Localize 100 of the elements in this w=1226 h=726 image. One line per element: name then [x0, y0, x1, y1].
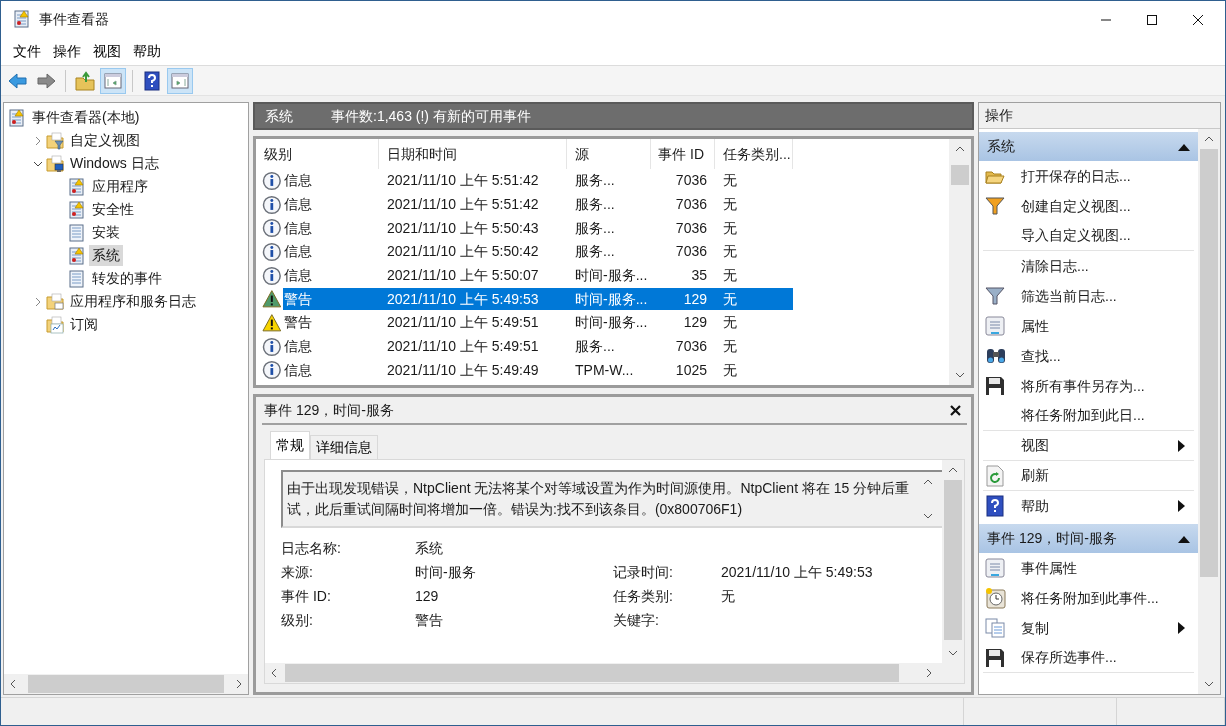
- table-cell[interactable]: 无: [715, 359, 793, 382]
- scrollbar-thumb[interactable]: [285, 664, 899, 682]
- table-cell[interactable]: 信息: [282, 359, 379, 382]
- tree-item[interactable]: 安装: [89, 222, 123, 243]
- table-cell[interactable]: 时间-服务...: [567, 311, 651, 334]
- scrollbar-thumb[interactable]: [1200, 149, 1218, 577]
- action-item[interactable]: 将任务附加到此事件...: [1021, 587, 1194, 609]
- table-cell[interactable]: 警告: [282, 311, 379, 334]
- table-cell[interactable]: 35: [651, 264, 715, 287]
- table-cell[interactable]: 129: [651, 288, 715, 311]
- table-cell[interactable]: 信息: [282, 335, 379, 358]
- menu-item[interactable]: 操作: [47, 41, 87, 62]
- tree-item[interactable]: 事件查看器(本地): [29, 107, 143, 128]
- scrollbar-thumb[interactable]: [951, 165, 969, 185]
- tree-item[interactable]: 系统: [89, 245, 123, 266]
- table-cell[interactable]: 无: [715, 193, 793, 216]
- table-cell[interactable]: 服务...: [567, 193, 651, 216]
- help-icon: [141, 69, 163, 92]
- tree-item[interactable]: 安全性: [89, 199, 137, 220]
- action-item[interactable]: 打开保存的日志...: [1021, 165, 1194, 187]
- field-value: 2021/11/10 上午 5:49:53: [721, 562, 873, 582]
- table-cell[interactable]: TPM-W...: [567, 359, 651, 382]
- tree-item[interactable]: 转发的事件: [89, 268, 165, 289]
- tab[interactable]: 常规: [270, 431, 310, 459]
- action-item[interactable]: 事件属性: [1021, 557, 1194, 579]
- field-value: 129: [415, 586, 440, 606]
- action-item[interactable]: 筛选当前日志...: [1021, 285, 1194, 307]
- table-cell[interactable]: 2021/11/10 上午 5:49:51: [379, 335, 567, 358]
- table-cell[interactable]: 1025: [651, 359, 715, 382]
- section-header[interactable]: 事件 129，时间-服务: [979, 524, 1198, 553]
- action-item[interactable]: 查找...: [1021, 345, 1194, 367]
- table-cell[interactable]: 7036: [651, 240, 715, 263]
- scroll-up-icon: [947, 466, 959, 474]
- table-cell[interactable]: 无: [715, 264, 793, 287]
- table-cell[interactable]: 2021/11/10 上午 5:49:49: [379, 359, 567, 382]
- log-icon: [68, 177, 86, 196]
- column-header[interactable]: 源: [567, 139, 651, 169]
- action-item[interactable]: 创建自定义视图...: [1021, 195, 1194, 217]
- table-cell[interactable]: 7036: [651, 169, 715, 192]
- collapse-arrow-icon: [1178, 142, 1190, 151]
- action-item[interactable]: 清除日志...: [1021, 255, 1194, 277]
- action-item[interactable]: 将所有事件另存为...: [1021, 375, 1194, 397]
- action-item[interactable]: 刷新: [1021, 465, 1194, 486]
- tab[interactable]: 详细信息: [310, 435, 378, 459]
- table-cell[interactable]: 无: [715, 240, 793, 263]
- table-cell[interactable]: 警告: [282, 288, 379, 311]
- table-cell[interactable]: 2021/11/10 上午 5:50:07: [379, 264, 567, 287]
- table-cell[interactable]: 服务...: [567, 169, 651, 192]
- scrollbar-thumb[interactable]: [944, 480, 962, 640]
- table-cell[interactable]: 信息: [282, 217, 379, 240]
- table-cell[interactable]: 2021/11/10 上午 5:51:42: [379, 193, 567, 216]
- log-icon: [8, 108, 26, 127]
- table-cell[interactable]: 2021/11/10 上午 5:49:53: [379, 288, 567, 311]
- table-cell[interactable]: 无: [715, 288, 793, 311]
- table-cell[interactable]: 2021/11/10 上午 5:50:43: [379, 217, 567, 240]
- scrollbar-thumb[interactable]: [28, 675, 224, 693]
- table-cell[interactable]: 时间-服务...: [567, 264, 651, 287]
- action-item[interactable]: 将任务附加到此日...: [1021, 405, 1194, 426]
- table-cell[interactable]: 服务...: [567, 335, 651, 358]
- table-cell[interactable]: 信息: [282, 193, 379, 216]
- table-cell[interactable]: 2021/11/10 上午 5:50:42: [379, 240, 567, 263]
- tree-item[interactable]: 自定义视图: [67, 130, 143, 151]
- table-cell[interactable]: 时间-服务...: [567, 288, 651, 311]
- table-cell[interactable]: 无: [715, 335, 793, 358]
- column-header[interactable]: 日期和时间: [379, 139, 567, 169]
- table-cell[interactable]: 无: [715, 217, 793, 240]
- close-icon: [1192, 13, 1204, 26]
- table-cell[interactable]: 7036: [651, 335, 715, 358]
- column-header[interactable]: 任务类别...: [715, 139, 793, 169]
- tree-item[interactable]: 应用程序和服务日志: [67, 291, 199, 312]
- column-header[interactable]: 事件 ID: [651, 139, 715, 169]
- action-item[interactable]: 复制: [1021, 617, 1178, 639]
- table-cell[interactable]: 信息: [282, 240, 379, 263]
- table-cell[interactable]: 2021/11/10 上午 5:51:42: [379, 169, 567, 192]
- table-cell[interactable]: 服务...: [567, 217, 651, 240]
- table-cell[interactable]: 2021/11/10 上午 5:49:51: [379, 311, 567, 334]
- info-icon: [262, 218, 282, 239]
- action-item[interactable]: 属性: [1021, 315, 1194, 337]
- column-header[interactable]: 级别: [256, 139, 379, 169]
- action-item[interactable]: 导入自定义视图...: [1021, 225, 1194, 246]
- menu-item[interactable]: 文件: [7, 41, 47, 62]
- table-cell[interactable]: 129: [651, 311, 715, 334]
- action-item[interactable]: 保存所选事件...: [1021, 647, 1194, 668]
- section-header[interactable]: 系统: [979, 132, 1198, 161]
- menu-item[interactable]: 视图: [87, 41, 127, 62]
- action-item[interactable]: 帮助: [1021, 495, 1178, 517]
- menu-item[interactable]: 帮助: [127, 41, 167, 62]
- tree-item[interactable]: Windows 日志: [67, 153, 162, 174]
- table-cell[interactable]: 7036: [651, 217, 715, 240]
- pane-button[interactable]: [100, 67, 126, 94]
- table-cell[interactable]: 无: [715, 169, 793, 192]
- table-cell[interactable]: 7036: [651, 193, 715, 216]
- tree-item[interactable]: 订阅: [67, 314, 101, 335]
- table-cell[interactable]: 服务...: [567, 240, 651, 263]
- tree-item[interactable]: 应用程序: [89, 176, 151, 197]
- table-cell[interactable]: 无: [715, 311, 793, 334]
- action-item[interactable]: 视图: [1021, 435, 1178, 456]
- table-cell[interactable]: 信息: [282, 169, 379, 192]
- table-cell[interactable]: 信息: [282, 264, 379, 287]
- field-label: 记录时间:: [613, 562, 674, 582]
